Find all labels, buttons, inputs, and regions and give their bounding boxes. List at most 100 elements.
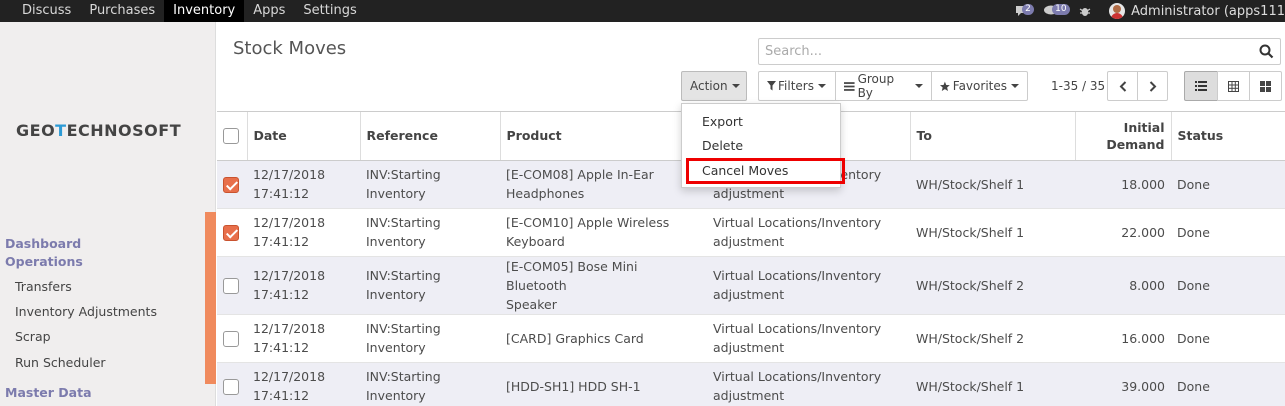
systray: 2 10 Administrator (apps111 — [1015, 0, 1285, 22]
favorites-button[interactable]: Favorites — [931, 71, 1028, 101]
star-icon — [940, 81, 950, 91]
sidebar-section-master-data[interactable]: Master Data — [5, 385, 92, 400]
menu-item-export[interactable]: Export — [682, 111, 840, 133]
cell-product: [HDD-SH1] HDD SH-1 — [500, 362, 707, 406]
menu-settings[interactable]: Settings — [294, 0, 365, 22]
cell-reference: INV:Starting Inventory — [360, 256, 500, 315]
cell-date: 12/17/2018 17:41:12 — [247, 160, 360, 209]
pager-next-button[interactable] — [1137, 71, 1168, 101]
group-by-button[interactable]: Group By — [835, 71, 932, 101]
search-icon[interactable] — [1259, 44, 1274, 59]
cell-from: Virtual Locations/Inventoryadjustment — [707, 362, 910, 406]
cell-date: 12/17/2018 17:41:12 — [247, 256, 360, 315]
row-checkbox[interactable] — [223, 177, 239, 193]
list-view-button[interactable] — [1184, 71, 1218, 101]
cell-from: Virtual Locations/Inventoryadjustment — [707, 256, 910, 315]
chat-button[interactable]: 2 — [1015, 0, 1034, 22]
sidebar: GEOTECHNOSOFT Dashboard Operations Trans… — [0, 22, 216, 406]
menu-purchases[interactable]: Purchases — [80, 0, 164, 22]
cell-reference: INV:Starting Inventory — [360, 208, 500, 257]
favorites-label: Favorites — [952, 79, 1007, 93]
select-all-checkbox[interactable] — [223, 128, 239, 144]
cell-date: 12/17/2018 17:41:12 — [247, 208, 360, 257]
column-header-date[interactable]: Date — [246, 112, 360, 161]
menu-item-delete[interactable]: Delete — [682, 135, 840, 157]
row-select-cell — [217, 314, 247, 363]
sidebar-item-scrap[interactable]: Scrap — [15, 329, 51, 344]
menu-inventory[interactable]: Inventory — [164, 0, 245, 22]
kanban-view-button[interactable] — [1249, 71, 1282, 101]
caret-down-icon — [915, 84, 923, 88]
row-checkbox[interactable] — [223, 379, 239, 395]
row-checkbox[interactable] — [223, 278, 239, 294]
search-input[interactable] — [759, 39, 1239, 64]
action-label: Action — [690, 79, 728, 93]
table-row[interactable]: 12/17/2018 17:41:12 INV:Starting Inventor… — [217, 314, 1285, 363]
table-row[interactable]: 12/17/2018 17:41:12 INV:Starting Inventor… — [217, 208, 1285, 257]
cell-from: Virtual Locations/Inventoryadjustment — [707, 208, 910, 257]
cell-product: [E-COM10] Apple Wireless Keyboard — [500, 208, 707, 257]
activity-button[interactable]: 10 — [1043, 0, 1070, 22]
menu-discuss[interactable]: Discuss — [13, 0, 80, 22]
column-header-reference[interactable]: Reference — [359, 112, 500, 161]
caret-down-icon — [731, 84, 740, 88]
row-checkbox[interactable] — [223, 331, 239, 347]
cell-to: WH/Stock/Shelf 1 — [910, 208, 1075, 257]
cell-initial-demand: 39.000 — [1075, 362, 1171, 406]
column-header-initial-demand[interactable]: Initial Demand — [1074, 112, 1171, 161]
sidebar-item-transfers[interactable]: Transfers — [15, 279, 72, 294]
pager-previous-button[interactable] — [1107, 71, 1138, 101]
table-row[interactable]: 12/17/2018 17:41:12 INV:Starting Inventor… — [217, 256, 1285, 315]
cell-status: Done — [1171, 362, 1285, 406]
sidebar-item-run-scheduler[interactable]: Run Scheduler — [15, 355, 106, 370]
filters-button[interactable]: Filters — [758, 71, 836, 101]
row-select-cell — [217, 362, 247, 406]
row-checkbox[interactable] — [223, 225, 239, 241]
column-header-status[interactable]: Status — [1170, 112, 1285, 161]
cell-product: [E-COM05] Bose Mini Bluetooth Speaker — [500, 256, 707, 315]
sidebar-section-operations[interactable]: Operations — [5, 254, 83, 269]
row-select-cell — [217, 160, 247, 209]
page-title: Stock Moves — [233, 38, 347, 59]
activity-count-badge: 10 — [1052, 4, 1070, 15]
menu-apps[interactable]: Apps — [244, 0, 294, 22]
action-button[interactable]: Action — [681, 71, 747, 101]
cell-reference: INV:Starting Inventory — [360, 362, 500, 406]
sidebar-section-dashboard[interactable]: Dashboard — [5, 236, 81, 251]
caret-down-icon — [1011, 84, 1019, 88]
cell-product: [E-COM08] Apple In-Ear Headphones — [500, 160, 707, 209]
bug-icon — [1079, 8, 1091, 16]
cell-status: Done — [1171, 256, 1285, 315]
app-menu: Discuss Purchases Inventory Apps Setting… — [13, 0, 366, 22]
cell-date: 12/17/2018 17:41:12 — [247, 314, 360, 363]
cell-to: WH/Stock/Shelf 1 — [910, 362, 1075, 406]
row-select-cell — [217, 256, 247, 315]
chevron-left-icon — [1119, 80, 1126, 92]
table-row[interactable]: 12/17/2018 17:41:12 INV:Starting Inventor… — [217, 362, 1285, 406]
filter-icon — [767, 81, 776, 91]
list-icon — [844, 81, 855, 91]
cell-initial-demand: 18.000 — [1075, 160, 1171, 209]
cell-from: Virtual Locations/Inventoryadjustment — [707, 314, 910, 363]
pivot-view-button[interactable] — [1217, 71, 1250, 101]
user-menu[interactable]: Administrator (apps111 — [1131, 4, 1285, 19]
column-header-to[interactable]: To — [909, 112, 1075, 161]
pager-value[interactable]: 1-35 / 35 — [1051, 79, 1105, 93]
cell-to: WH/Stock/Shelf 2 — [910, 314, 1075, 363]
cell-initial-demand: 8.000 — [1075, 256, 1171, 315]
top-navbar: Discuss Purchases Inventory Apps Setting… — [0, 0, 1285, 22]
cell-status: Done — [1171, 160, 1285, 209]
sidebar-accent-bar — [205, 212, 216, 384]
cell-product: [CARD] Graphics Card — [500, 314, 707, 363]
company-logo: GEOTECHNOSOFT — [16, 121, 182, 140]
cell-to: WH/Stock/Shelf 2 — [910, 256, 1075, 315]
search-box — [758, 38, 1281, 65]
cell-to: WH/Stock/Shelf 1 — [910, 160, 1075, 209]
sidebar-item-inventory-adjustments[interactable]: Inventory Adjustments — [15, 304, 157, 319]
row-select-cell — [217, 208, 247, 257]
debug-button[interactable] — [1079, 0, 1091, 22]
avatar[interactable] — [1109, 3, 1126, 19]
table-icon — [1228, 80, 1239, 92]
list-view-icon — [1195, 81, 1207, 91]
column-header-product[interactable]: Product — [499, 112, 707, 161]
